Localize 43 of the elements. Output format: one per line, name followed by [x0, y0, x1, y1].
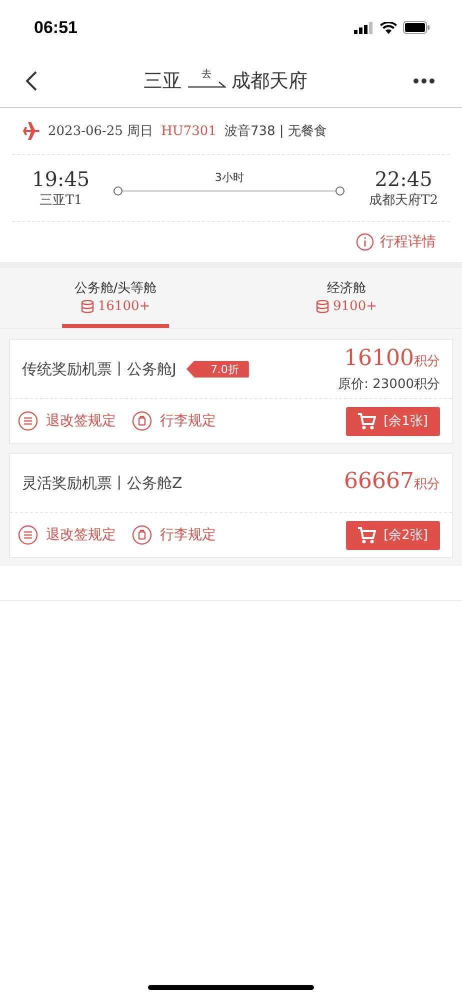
cart-icon	[358, 412, 376, 430]
arrive-airport: 成都天府T2	[369, 192, 438, 209]
info-icon	[356, 233, 374, 251]
refund-rules-link[interactable]: 退改签规定	[18, 411, 116, 431]
aircraft-info: 波音738 | 无餐食	[224, 123, 327, 140]
original-price: 原价: 23000积分	[338, 376, 440, 392]
itinerary-details-link[interactable]: 行程详情	[356, 233, 436, 251]
discount-tag: 7.0折	[186, 360, 249, 378]
fare-points: 16100积分	[344, 346, 440, 372]
wifi-icon	[380, 22, 397, 34]
flight-date: 2023-06-25 周日	[48, 123, 154, 140]
arrive-time: 22:45	[374, 167, 432, 191]
coins-icon	[80, 300, 94, 312]
more-icon[interactable]	[413, 78, 435, 84]
fare-name: 传统奖励机票丨公务舱J	[22, 360, 176, 378]
depart-time: 19:45	[32, 167, 90, 191]
flight-number: HU7301	[161, 124, 216, 138]
cart-icon	[358, 526, 376, 544]
flight-duration: 3小时	[214, 170, 244, 184]
refund-rules-link[interactable]: 退改签规定	[18, 525, 116, 545]
origin-city: 三亚	[144, 69, 182, 94]
plane-icon	[20, 122, 40, 140]
cabin-tab[interactable]: 经济舱 9100+	[293, 268, 400, 328]
status-time: 06:51	[34, 18, 78, 38]
book-button[interactable]: [余1张]	[346, 406, 440, 436]
book-button[interactable]: [余2张]	[346, 520, 440, 550]
depart-airport: 三亚T1	[39, 192, 82, 209]
battery-icon	[403, 21, 430, 34]
back-icon[interactable]	[24, 70, 38, 92]
tab-price: 9100+	[333, 298, 377, 314]
list-icon	[18, 411, 38, 431]
baggage-rules-link[interactable]: 行李规定	[132, 525, 216, 545]
destination-city: 成都天府	[232, 69, 308, 94]
tab-price: 16100+	[98, 298, 150, 314]
fare-points: 66667积分	[344, 468, 440, 496]
signal-icon	[354, 22, 374, 34]
baggage-rules-link[interactable]: 行李规定	[132, 411, 216, 431]
list-icon	[18, 525, 38, 545]
luggage-icon	[132, 411, 152, 431]
luggage-icon	[132, 525, 152, 545]
direction-label: 去	[202, 70, 212, 80]
fare-name: 灵活奖励机票丨公务舱Z	[22, 474, 182, 492]
coins-icon	[316, 300, 329, 312]
